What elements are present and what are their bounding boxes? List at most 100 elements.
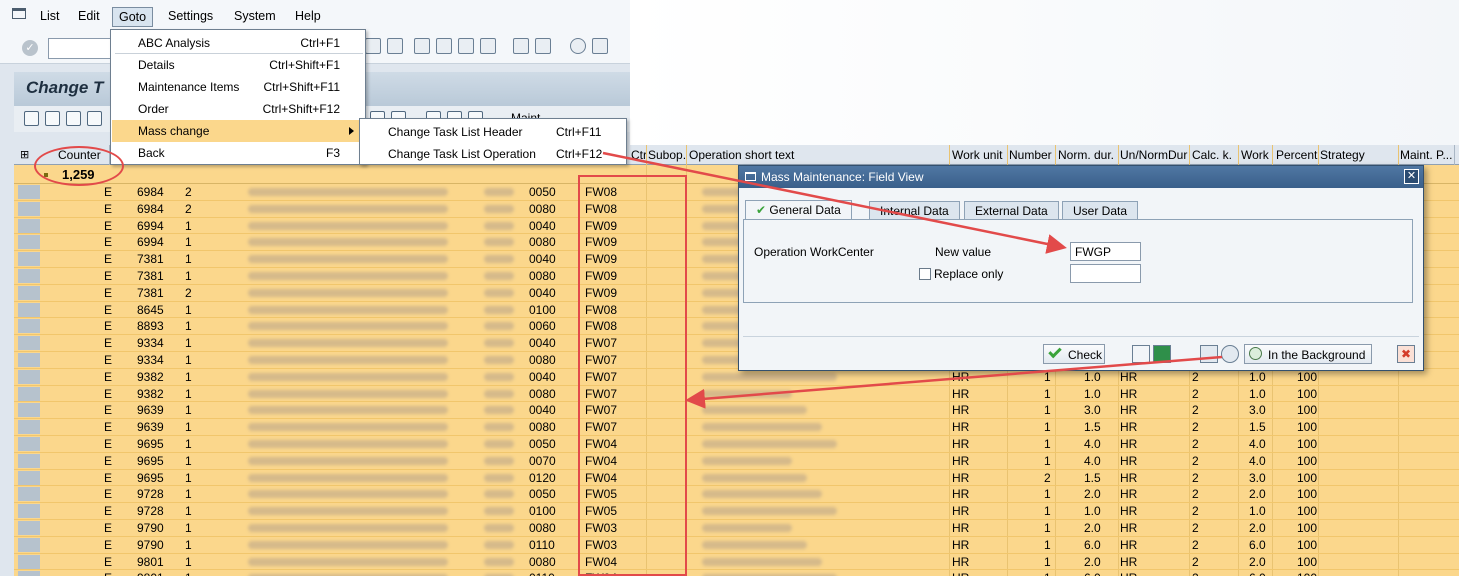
table-row[interactable]: E 9728 1 0050 FW05 HR 1 2.0 HR 2 2.0 100 — [14, 486, 1459, 504]
last-page-icon[interactable] — [480, 38, 496, 54]
row-selector[interactable] — [18, 470, 40, 485]
header-strategy[interactable]: Strategy — [1320, 148, 1365, 162]
execute-icon[interactable] — [1221, 345, 1239, 363]
save-variant-icon[interactable] — [1200, 345, 1218, 363]
new-value-input[interactable]: FWGP — [1070, 242, 1141, 261]
row-selector[interactable] — [18, 218, 40, 233]
header-work[interactable]: Work — [1241, 148, 1269, 162]
row-selector[interactable] — [18, 285, 40, 300]
shortcut-icon[interactable] — [535, 38, 551, 54]
menu-item-details[interactable]: Details Ctrl+Shift+F1 — [112, 54, 364, 76]
calendar-icon[interactable] — [1132, 345, 1150, 363]
cell-pct: 100 — [1297, 470, 1318, 485]
enter-icon[interactable]: ✓ — [22, 40, 38, 56]
command-field[interactable] — [48, 38, 112, 59]
header-calc-k[interactable]: Calc. k. — [1192, 148, 1232, 162]
menu-icon[interactable] — [12, 8, 26, 19]
new-session-icon[interactable] — [513, 38, 529, 54]
row-selector[interactable] — [18, 554, 40, 569]
row-selector[interactable] — [18, 521, 40, 535]
row-selector[interactable] — [18, 336, 40, 351]
details-icon[interactable] — [24, 111, 39, 126]
tab-internal-data[interactable]: Internal Data — [869, 201, 960, 219]
table-row[interactable]: E 9695 1 0120 FW04 HR 2 1.5 HR 2 3.0 100 — [14, 470, 1459, 487]
header-maint-p[interactable]: Maint. P... — [1400, 148, 1452, 162]
row-selector[interactable] — [18, 319, 40, 334]
row-selector[interactable] — [18, 369, 40, 384]
submenu-change-task-list-operation[interactable]: Change Task List Operation Ctrl+F12 — [361, 142, 625, 164]
row-selector[interactable] — [18, 403, 40, 418]
tab-general-data[interactable]: ✔ General Data — [745, 200, 852, 219]
close-icon[interactable]: ✕ — [1404, 169, 1419, 184]
row-selector[interactable] — [18, 437, 40, 451]
first-page-icon[interactable] — [414, 38, 430, 54]
help-icon[interactable] — [570, 38, 586, 54]
dialog-title-bar[interactable]: Mass Maintenance: Field View ✕ — [739, 166, 1423, 188]
menu-edit[interactable]: Edit — [78, 9, 100, 23]
tab-external-data[interactable]: External Data — [964, 201, 1059, 219]
in-the-background-button[interactable]: In the Background — [1244, 344, 1372, 364]
display-icon[interactable] — [87, 111, 102, 126]
row-selector[interactable] — [18, 185, 40, 199]
row-selector[interactable] — [18, 235, 40, 250]
header-op-short-text[interactable]: Operation short text — [689, 148, 794, 162]
change-icon[interactable] — [66, 111, 81, 126]
row-selector[interactable] — [18, 201, 40, 216]
cell-pct: 100 — [1297, 386, 1318, 401]
table-row[interactable]: E 9695 1 0070 FW04 HR 1 4.0 HR 2 4.0 100 — [14, 453, 1459, 470]
menu-item-mass-change[interactable]: Mass change — [112, 120, 364, 142]
header-subop[interactable]: Subop. — [648, 148, 686, 162]
header-un-normdur[interactable]: Un/NormDur — [1120, 148, 1187, 162]
row-selector[interactable] — [18, 487, 40, 502]
row-selector[interactable] — [18, 571, 40, 576]
cancel-icon[interactable]: ✖ — [1397, 345, 1415, 363]
menu-item-abc-analysis[interactable]: ABC Analysis Ctrl+F1 — [112, 32, 364, 54]
row-selector[interactable] — [18, 537, 40, 552]
tab-user-data[interactable]: User Data — [1062, 201, 1139, 219]
header-ctr[interactable]: Ctr — [631, 148, 647, 162]
table-row[interactable]: E 9790 1 0110 FW03 HR 1 6.0 HR 2 6.0 100 — [14, 537, 1459, 554]
customize-icon[interactable] — [592, 38, 608, 54]
row-selector[interactable] — [18, 504, 40, 519]
table-row[interactable]: E 9639 1 0040 FW07 HR 1 3.0 HR 2 3.0 100 — [14, 402, 1459, 420]
menu-item-maintenance-items[interactable]: Maintenance Items Ctrl+Shift+F11 — [112, 76, 364, 98]
menu-settings[interactable]: Settings — [168, 9, 213, 23]
table-row[interactable]: E 9382 1 0080 FW07 HR 1 1.0 HR 2 1.0 100 — [14, 386, 1459, 403]
row-selector[interactable] — [18, 420, 40, 435]
grid-settings-icon[interactable]: ⊞ — [20, 148, 29, 161]
row-selector[interactable] — [18, 453, 40, 468]
header-percent[interactable]: Percent — [1276, 148, 1317, 162]
find-icon[interactable] — [365, 38, 381, 54]
table-row[interactable]: E 9790 1 0080 FW03 HR 1 2.0 HR 2 2.0 100 — [14, 520, 1459, 537]
menu-help[interactable]: Help — [295, 9, 321, 23]
header-norm-dur[interactable]: Norm. dur. — [1058, 148, 1114, 162]
prev-page-icon[interactable] — [436, 38, 452, 54]
row-selector[interactable] — [18, 302, 40, 317]
table-row[interactable]: E 9639 1 0080 FW07 HR 1 1.5 HR 2 1.5 100 — [14, 419, 1459, 436]
menu-goto[interactable]: Goto — [112, 7, 154, 27]
submenu-change-task-list-header[interactable]: Change Task List Header Ctrl+F11 — [361, 120, 625, 142]
next-page-icon[interactable] — [458, 38, 474, 54]
find-next-icon[interactable] — [387, 38, 403, 54]
header-number[interactable]: Number — [1009, 148, 1052, 162]
menu-list[interactable]: List — [40, 9, 59, 23]
menu-system[interactable]: System — [234, 9, 276, 23]
header-work-unit[interactable]: Work unit — [952, 148, 1002, 162]
table-row[interactable]: E 9382 1 0040 FW07 HR 1 1.0 HR 2 1.0 100 — [14, 369, 1459, 386]
row-selector[interactable] — [18, 353, 40, 367]
table-row[interactable]: E 9728 1 0100 FW05 HR 1 1.0 HR 2 1.0 100 — [14, 503, 1459, 520]
refresh-icon[interactable] — [45, 111, 60, 126]
cell-dur: 6.0 — [1084, 537, 1101, 552]
replace-only-checkbox[interactable] — [919, 268, 931, 280]
menu-item-back[interactable]: Back F3 — [112, 142, 364, 164]
row-selector[interactable] — [18, 269, 40, 283]
table-row[interactable]: E 9801 1 0080 FW04 HR 1 2.0 HR 2 2.0 100 — [14, 554, 1459, 571]
row-selector[interactable] — [18, 386, 40, 401]
row-selector[interactable] — [18, 252, 40, 267]
check-button[interactable]: Check — [1043, 344, 1105, 364]
table-row[interactable]: E 9695 1 0050 FW04 HR 1 4.0 HR 2 4.0 100 — [14, 436, 1459, 453]
menu-item-order[interactable]: Order Ctrl+Shift+F12 — [112, 98, 364, 120]
excel-icon[interactable] — [1153, 345, 1171, 363]
table-row[interactable]: E980110110FW04HR16.0HR26.0100 — [14, 570, 1459, 576]
replace-value-input[interactable] — [1070, 264, 1141, 283]
